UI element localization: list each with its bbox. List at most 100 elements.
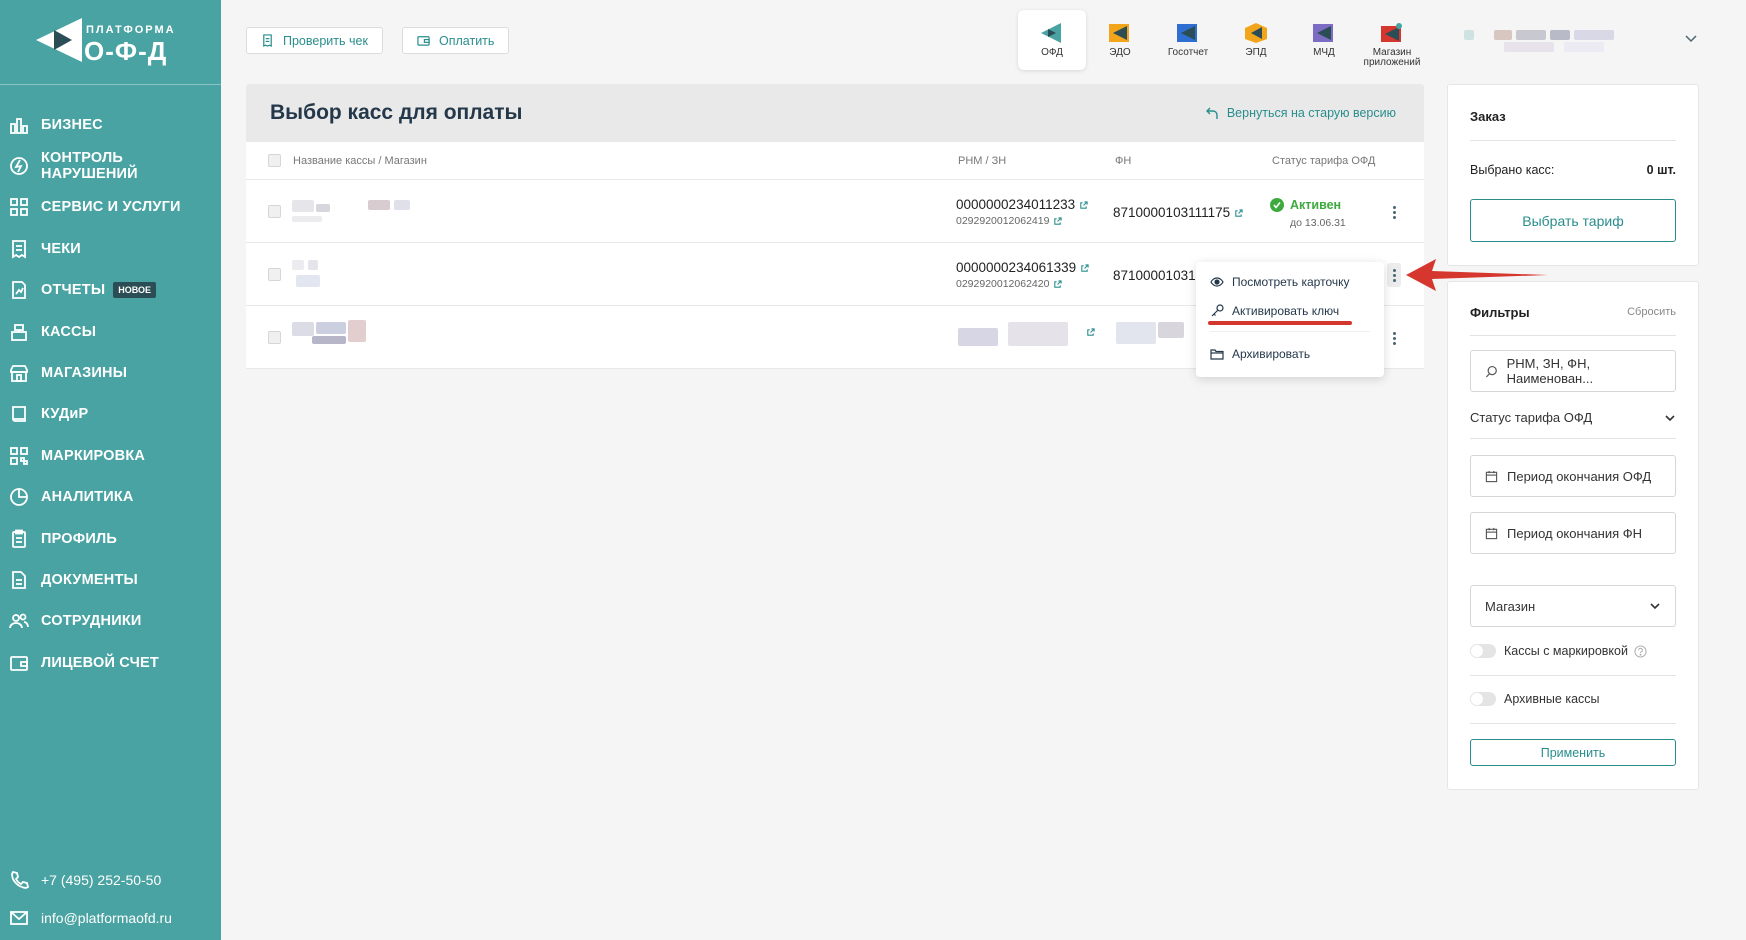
app-label: МЧД — [1313, 47, 1335, 58]
sidebar-item-reports[interactable]: ОТЧЕТЫ НОВОЕ — [0, 270, 221, 311]
sidebar-item-kudir[interactable]: КУДиР — [0, 394, 221, 435]
row-menu-button[interactable] — [1387, 200, 1401, 224]
row-menu-button[interactable] — [1387, 326, 1401, 350]
help-icon[interactable] — [1634, 644, 1647, 658]
rnm-value[interactable]: 0000000234061339 — [956, 260, 1089, 275]
lightning-icon — [10, 157, 28, 175]
user-account-redacted[interactable] — [1464, 26, 1634, 56]
apply-filters-button[interactable]: Применить — [1470, 739, 1676, 766]
sidebar-item-account[interactable]: ЛИЦЕВОЙ СЧЕТ — [0, 642, 221, 683]
app-gosotchet[interactable]: Госотчет — [1154, 10, 1222, 70]
logo-top-text: ПЛАТФОРМА — [86, 24, 176, 36]
sidebar-item-services[interactable]: СЕРВИС И УСЛУГИ — [0, 187, 221, 228]
sidebar-item-marking[interactable]: МАРКИРОВКА — [0, 435, 221, 476]
sidebar-item-employees[interactable]: СОТРУДНИКИ — [0, 601, 221, 642]
fn-value[interactable]: 87100001031 — [1113, 268, 1196, 283]
fn-text: 8710000103111175 — [1113, 205, 1231, 220]
check-receipt-button[interactable]: Проверить чек — [246, 27, 383, 54]
phone-link[interactable]: +7 (495) 252-50-50 — [9, 870, 161, 890]
logo[interactable]: ПЛАТФОРМА О-Ф-Д — [34, 14, 194, 66]
menu-archive-label: Архивировать — [1232, 347, 1311, 361]
sidebar-item-business[interactable]: БИЗНЕС — [0, 104, 221, 145]
choose-tariff-button[interactable]: Выбрать тариф — [1470, 199, 1676, 242]
period-ofd-field[interactable]: Период окончания ОФД — [1470, 455, 1676, 497]
archived-toggle[interactable]: Архивные кассы — [1470, 692, 1600, 706]
zn-text: 0292920012062419 — [956, 215, 1050, 227]
selected-count-value: 0 шт. — [1646, 163, 1676, 177]
mail-icon — [10, 911, 28, 925]
search-icon — [1485, 365, 1497, 377]
external-link-icon[interactable] — [1086, 328, 1095, 337]
app-mchd[interactable]: МЧД — [1290, 10, 1358, 70]
fn-value[interactable]: 8710000103111175 — [1113, 205, 1243, 220]
tariff-status-dropdown[interactable]: Статус тарифа ОФД — [1470, 410, 1676, 425]
zn-value[interactable]: 0292920012062419 — [956, 215, 1063, 227]
search-input[interactable]: РНМ, ЗН, ФН, Наименован... — [1470, 350, 1676, 392]
select-all-checkbox[interactable] — [268, 154, 281, 167]
sidebar-divider — [0, 84, 221, 85]
sidebar-item-analytics[interactable]: АНАЛИТИКА — [0, 477, 221, 518]
grid-icon — [10, 198, 28, 217]
order-title: Заказ — [1470, 109, 1506, 124]
panel-header: Выбор касс для оплаты Вернуться на стару… — [246, 84, 1424, 142]
cash-register-icon — [11, 323, 27, 341]
zn-value[interactable]: 0292920012062420 — [956, 278, 1063, 290]
row-menu-button[interactable] — [1387, 263, 1401, 287]
sidebar-item-stores[interactable]: МАГАЗИНЫ — [0, 352, 221, 393]
pay-button[interactable]: Оплатить — [402, 27, 510, 54]
table-row[interactable]: 0000000234011233 0292920012062419 871000… — [246, 180, 1424, 243]
app-store-logo-icon — [1381, 23, 1402, 42]
sidebar-item-label: БИЗНЕС — [41, 116, 103, 133]
logo-main-text: О-Ф-Д — [84, 36, 168, 66]
archived-switch[interactable] — [1470, 692, 1496, 706]
email-link[interactable]: info@platformaofd.ru — [9, 908, 172, 928]
sidebar-item-documents[interactable]: ДОКУМЕНТЫ — [0, 559, 221, 600]
app-ofd[interactable]: ОФД — [1018, 10, 1086, 70]
sidebar-item-label: КОНТРОЛЬ НАРУШЕНИЙ — [41, 150, 138, 183]
app-switcher: ОФД ЭДО Госотчет ЭПД МЧД Магазин приложе… — [1018, 10, 1426, 70]
chevron-down-icon — [1650, 603, 1660, 610]
status-until: до 13.06.31 — [1290, 217, 1346, 229]
sidebar-item-violations[interactable]: КОНТРОЛЬ НАРУШЕНИЙ — [0, 145, 221, 186]
reset-filters-link[interactable]: Сбросить — [1627, 306, 1676, 318]
app-epd[interactable]: ЭПД — [1222, 10, 1290, 70]
external-link-icon — [1235, 209, 1243, 217]
chevron-down-icon[interactable] — [1684, 31, 1698, 45]
external-link-icon — [1080, 201, 1088, 209]
sidebar-item-receipts[interactable]: ЧЕКИ — [0, 228, 221, 269]
selected-count-label: Выбрано касс: — [1470, 163, 1555, 177]
sidebar-item-cash-registers[interactable]: КАССЫ — [0, 311, 221, 352]
order-divider — [1470, 140, 1676, 141]
marking-switch[interactable] — [1470, 644, 1496, 658]
filters-divider — [1470, 723, 1676, 724]
sidebar-item-label: ЛИЦЕВОЙ СЧЕТ — [41, 654, 159, 671]
column-header-rnm: РНМ / ЗН — [958, 155, 1007, 167]
sidebar-item-profile[interactable]: ПРОФИЛЬ — [0, 518, 221, 559]
row-checkbox[interactable] — [268, 205, 281, 218]
menu-activate-label: Активировать ключ — [1232, 304, 1340, 318]
menu-archive[interactable]: Архивировать — [1210, 347, 1310, 361]
row-checkbox[interactable] — [268, 268, 281, 281]
app-label: ЭПД — [1245, 47, 1267, 58]
rnm-text: 0000000234011233 — [956, 197, 1076, 212]
period-fn-field[interactable]: Период окончания ФН — [1470, 512, 1676, 554]
logo-triangle-icon — [36, 18, 82, 62]
marking-toggle[interactable]: Кассы с маркировкой — [1470, 644, 1647, 658]
app-store[interactable]: Магазин приложений — [1358, 10, 1426, 70]
menu-activate-key[interactable]: Активировать ключ — [1210, 304, 1339, 318]
pie-icon — [10, 488, 28, 507]
check-circle-icon — [1270, 198, 1284, 212]
back-link-label: Вернуться на старую версию — [1226, 106, 1396, 120]
app-edo[interactable]: ЭДО — [1086, 10, 1154, 70]
row-checkbox[interactable] — [268, 331, 281, 344]
store-icon — [10, 365, 28, 382]
period-fn-label: Период окончания ФН — [1507, 525, 1643, 541]
highlight-underline — [1208, 321, 1352, 325]
back-to-old-version-link[interactable]: Вернуться на старую версию — [1205, 106, 1396, 120]
menu-view-label: Посмотреть карточку — [1232, 275, 1350, 289]
gosotchet-logo-icon — [1177, 24, 1197, 42]
column-header-fn: ФН — [1115, 155, 1132, 167]
menu-view-card[interactable]: Посмотреть карточку — [1210, 275, 1350, 289]
rnm-value[interactable]: 0000000234011233 — [956, 197, 1088, 212]
store-select[interactable]: Магазин — [1470, 585, 1676, 627]
